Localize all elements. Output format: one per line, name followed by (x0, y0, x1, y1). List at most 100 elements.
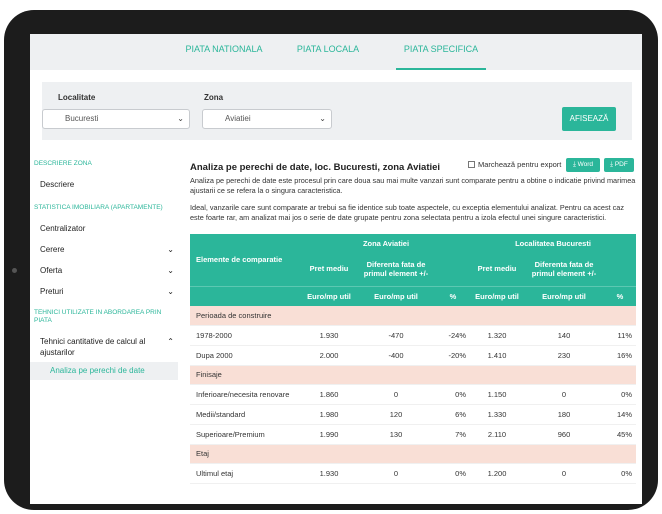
cell-pct-zona: 0% (436, 463, 470, 484)
table-group-row: Etaj (190, 444, 636, 464)
group-label: Etaj (190, 444, 636, 464)
cell-pret-zona: 1.980 (302, 404, 356, 425)
cell-pct-zona: -24% (436, 325, 470, 346)
tablet-frame: PIATA NATIONALA PIATA LOCALA PIATA SPECI… (4, 10, 658, 510)
chevron-down-icon: ⌄ (167, 245, 174, 254)
intro-paragraph: Analiza pe perechi de date este procesul… (190, 176, 636, 195)
pdf-button[interactable]: ⤓ PDF (604, 158, 634, 172)
chevron-down-icon: ⌄ (167, 266, 174, 275)
sidebar-item-centralizator[interactable]: Centralizator (30, 224, 178, 233)
tab-piata-specifica[interactable]: PIATA SPECIFICA (396, 34, 486, 70)
cell-pret-zona: 1.860 (302, 384, 356, 405)
localitate-group-header: Localitatea Bucuresti (470, 234, 636, 252)
table-group-row: Finisaje (190, 365, 636, 385)
sidebar-item-label: Oferta (40, 266, 63, 275)
sidebar-item-oferta[interactable]: Oferta ⌄ (30, 266, 178, 275)
cell-pret-localitate: 1.200 (470, 463, 524, 484)
app-screen: PIATA NATIONALA PIATA LOCALA PIATA SPECI… (30, 34, 642, 504)
pdf-label: PDF (614, 161, 628, 168)
localitate-select[interactable]: Bucuresti ⌄ (42, 109, 190, 129)
sidebar-item-tehnici[interactable]: Tehnici cantitative de calcul al ajustar… (30, 336, 178, 358)
cell-element: Ultimul etaj (190, 463, 302, 484)
cell-pret-zona: 2.000 (302, 345, 356, 366)
tab-bar: PIATA NATIONALA PIATA LOCALA PIATA SPECI… (30, 34, 642, 70)
sidebar-section-descriere-zona: DESCRIERE ZONA (34, 160, 92, 167)
sidebar-item-cerere[interactable]: Cerere ⌄ (30, 245, 178, 254)
chevron-down-icon: ⌄ (319, 114, 326, 123)
group-label: Perioada de construire (190, 306, 636, 326)
comparison-table: Elemente de comparatie Zona Aviatiei Loc… (190, 234, 636, 484)
unit-euro: Euro/mp util (356, 285, 436, 306)
cell-pret-zona: 1.990 (302, 424, 356, 445)
word-button[interactable]: ⤓ Word (566, 158, 600, 172)
group-label: Finisaje (190, 365, 636, 385)
cell-diferenta-zona: 130 (356, 424, 436, 445)
cell-element: Superioare/Premium (190, 424, 302, 445)
cell-diferenta-zona: -400 (356, 345, 436, 366)
col-pret-mediu: Pret mediu (470, 252, 524, 286)
unit-euro: Euro/mp util (302, 285, 356, 306)
table-row: Medii/standard 1.980 120 6% 1.330 180 14% (190, 404, 636, 425)
sidebar-item-label: Tehnici cantitative de calcul al ajustar… (40, 337, 146, 357)
col-spacer (604, 252, 636, 286)
tab-piata-nationala[interactable]: PIATA NATIONALA (178, 34, 270, 70)
table-row: 1978-2000 1.930 -470 -24% 1.320 140 11% (190, 325, 636, 346)
cell-element: Dupa 2000 (190, 345, 302, 366)
mark-export-checkbox[interactable]: Marchează pentru export (468, 160, 561, 169)
word-label: Word (577, 161, 594, 168)
unit-spacer (190, 285, 302, 306)
afiseaza-button[interactable]: AFISEAZĂ (562, 107, 616, 131)
cell-pct-zona: 6% (436, 404, 470, 425)
download-icon: ⤓ (610, 161, 614, 168)
explanation-paragraph: Ideal, vanzarile care sunt comparate ar … (190, 203, 625, 222)
col-pret-mediu: Pret mediu (302, 252, 356, 286)
cell-pret-localitate: 1.150 (470, 384, 524, 405)
table-body: Perioada de construire 1978-2000 1.930 -470… (190, 306, 636, 484)
tab-piata-locala[interactable]: PIATA LOCALA (288, 34, 368, 70)
page-title: Analiza pe perechi de date, loc. Bucures… (190, 162, 441, 173)
cell-pct-localitate: 0% (604, 384, 636, 405)
localitate-label: Localitate (58, 93, 96, 102)
sidebar-item-preturi[interactable]: Preturi ⌄ (30, 287, 178, 296)
col-diferenta: Diferenta fata de primul element +/- (356, 252, 436, 286)
unit-euro: Euro/mp util (524, 285, 604, 306)
cell-diferenta-zona: 0 (356, 384, 436, 405)
table-row: Dupa 2000 2.000 -400 -20% 1.410 230 16% (190, 345, 636, 366)
cell-pret-zona: 1.930 (302, 463, 356, 484)
tablet-camera (12, 268, 17, 273)
table-row: Superioare/Premium 1.990 130 7% 2.110 960 45% (190, 424, 636, 445)
col-elemente: Elemente de comparatie (190, 234, 302, 286)
cell-pret-localitate: 1.320 (470, 325, 524, 346)
sidebar-item-label: Cerere (40, 245, 65, 254)
cell-element: Medii/standard (190, 404, 302, 425)
chevron-down-icon: ⌄ (177, 114, 184, 123)
zona-select[interactable]: Aviatiei ⌄ (202, 109, 332, 129)
chevron-up-icon: ⌃ (167, 337, 174, 346)
cell-diferenta-zona: 120 (356, 404, 436, 425)
sidebar-item-analiza-perechi[interactable]: Analiza pe perechi de date (30, 362, 178, 380)
table-row: Inferioare/necesita renovare 1.860 0 0% 1.15… (190, 384, 636, 405)
cell-pret-zona: 1.930 (302, 325, 356, 346)
sidebar-section-tehnici: TEHNICI UTILIZATE IN ABORDAREA PRIN PIAT… (34, 309, 162, 324)
zona-label: Zona (204, 93, 224, 102)
unit-euro: Euro/mp util (470, 285, 524, 306)
unit-pct: % (604, 285, 636, 306)
cell-pct-localitate: 0% (604, 463, 636, 484)
zona-value: Aviatiei (225, 114, 251, 123)
cell-diferenta-zona: -470 (356, 325, 436, 346)
download-icon: ⤓ (572, 161, 576, 168)
cell-pret-localitate: 1.410 (470, 345, 524, 366)
cell-pct-zona: 0% (436, 384, 470, 405)
cell-pret-localitate: 1.330 (470, 404, 524, 425)
cell-pct-zona: 7% (436, 424, 470, 445)
sidebar-item-descriere[interactable]: Descriere (30, 180, 178, 189)
cell-diferenta-localitate: 140 (524, 325, 604, 346)
table-row: Ultimul etaj 1.930 0 0% 1.200 0 0% (190, 463, 636, 484)
col-spacer (436, 252, 470, 286)
col-diferenta: Diferenta fata de primul element +/- (524, 252, 604, 286)
cell-pct-zona: -20% (436, 345, 470, 366)
sidebar-section-statistica: STATISTICA IMOBILIARA (APARTAMENTE) (34, 204, 163, 211)
cell-diferenta-localitate: 180 (524, 404, 604, 425)
cell-pret-localitate: 2.110 (470, 424, 524, 445)
cell-diferenta-localitate: 0 (524, 463, 604, 484)
